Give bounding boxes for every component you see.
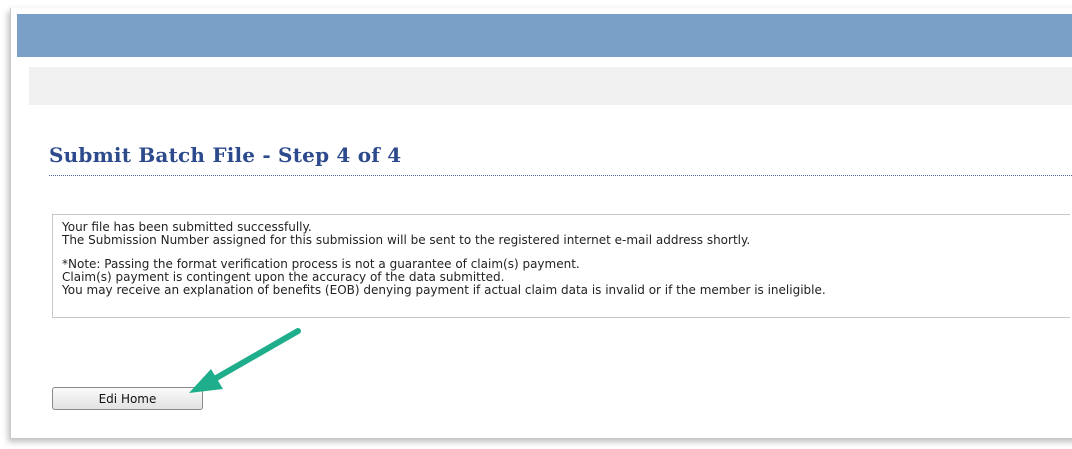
subheader-bar — [29, 67, 1072, 105]
page-title: Submit Batch File - Step 4 of 4 — [49, 143, 402, 167]
submission-message-panel: Your file has been submitted successfull… — [52, 214, 1070, 318]
eob-message: You may receive an explanation of benefi… — [62, 283, 826, 297]
submission-number-message: The Submission Number assigned for this … — [62, 233, 751, 247]
header-bar — [17, 14, 1072, 57]
edi-home-button[interactable]: Edi Home — [52, 387, 203, 410]
title-divider — [49, 175, 1072, 176]
